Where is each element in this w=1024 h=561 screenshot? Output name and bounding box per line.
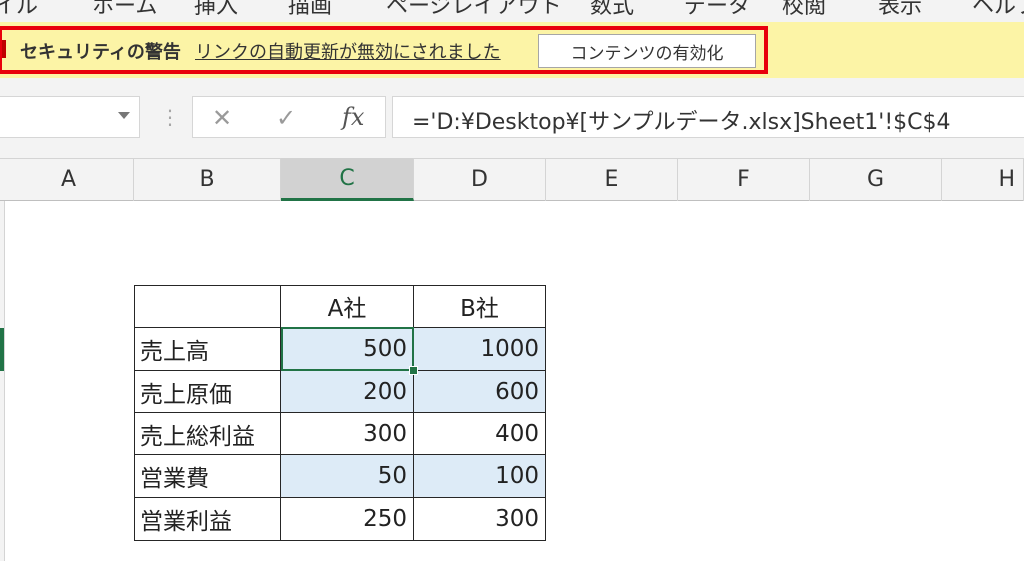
column-header-f[interactable]: F — [678, 158, 810, 201]
table-cell[interactable]: 1000 — [414, 328, 546, 371]
tab-draw[interactable]: 描画 — [288, 0, 332, 20]
row-label[interactable]: 売上高 — [134, 328, 281, 371]
row-label[interactable]: 売上総利益 — [134, 413, 281, 455]
column-header-c[interactable]: C — [281, 158, 414, 201]
table-cell[interactable]: 600 — [414, 371, 546, 413]
column-header-e[interactable]: E — [546, 158, 678, 201]
table-cell[interactable]: 50 — [281, 455, 414, 498]
cancel-icon[interactable]: ✕ — [212, 104, 232, 132]
column-header-h[interactable]: H — [942, 158, 1024, 201]
table-cell[interactable]: 250 — [281, 498, 414, 541]
table-cell[interactable]: 200 — [281, 371, 414, 413]
tab-insert[interactable]: 挿入 — [194, 0, 238, 20]
table-header-empty[interactable] — [134, 285, 281, 328]
fill-handle[interactable] — [409, 366, 418, 375]
active-row-indicator — [0, 328, 4, 371]
column-header-a[interactable]: A — [4, 158, 134, 201]
insert-function-icon[interactable]: fx — [342, 103, 364, 131]
active-cell-border — [281, 327, 414, 371]
tab-page-layout[interactable]: ページレイアウト — [386, 0, 562, 20]
column-header-g[interactable]: G — [810, 158, 942, 201]
table-header-company-b[interactable]: B社 — [414, 285, 546, 328]
formula-text[interactable]: ='D:¥Desktop¥[サンプルデータ.xlsx]Sheet1'!$C$4 — [412, 104, 951, 136]
check-icon[interactable]: ✓ — [276, 104, 296, 132]
tab-view[interactable]: 表示 — [878, 0, 922, 20]
table-cell[interactable]: 400 — [414, 413, 546, 455]
table-cell[interactable]: 100 — [414, 455, 546, 498]
annotation-highlight-box — [0, 26, 768, 74]
tab-home[interactable]: ホーム — [92, 0, 157, 20]
chevron-down-icon[interactable] — [118, 112, 130, 119]
grip-dots-icon[interactable]: ⋮ — [160, 105, 180, 129]
tab-review[interactable]: 校閲 — [782, 0, 826, 20]
row-label[interactable]: 営業利益 — [134, 498, 281, 541]
table-cell[interactable]: 300 — [281, 413, 414, 455]
tab-formulas[interactable]: 数式 — [590, 0, 634, 20]
tab-file[interactable]: イル — [0, 0, 38, 20]
tab-help[interactable]: ヘルプ — [972, 0, 1024, 20]
row-label[interactable]: 営業費 — [134, 455, 281, 498]
tab-data[interactable]: データ — [684, 0, 750, 20]
table-cell[interactable]: 300 — [414, 498, 546, 541]
ribbon-tabs: イル ホーム 挿入 描画 ページレイアウト 数式 データ 校閲 表示 ヘルプ — [0, 0, 1024, 22]
row-header-strip[interactable] — [0, 201, 5, 561]
column-header-d[interactable]: D — [414, 158, 546, 201]
table-header-company-a[interactable]: A社 — [281, 285, 414, 328]
row-label[interactable]: 売上原価 — [134, 371, 281, 413]
column-header-b[interactable]: B — [134, 158, 281, 201]
